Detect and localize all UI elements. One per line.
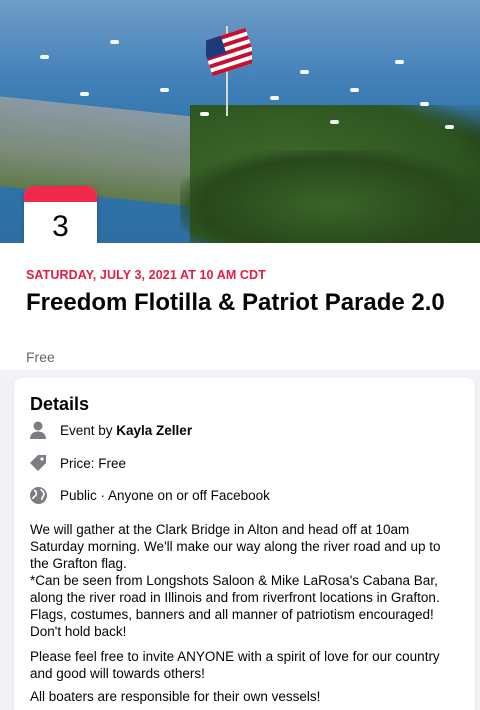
host-text: Event by Kayla Zeller xyxy=(60,423,192,438)
tag-icon xyxy=(28,453,48,473)
host-name-link[interactable]: Kayla Zeller xyxy=(116,423,192,438)
person-icon xyxy=(28,420,48,440)
date-badge-band xyxy=(24,186,97,202)
description-paragraph-1: We will gather at the Clark Bridge in Al… xyxy=(30,522,441,571)
host-row: Event by Kayla Zeller xyxy=(28,420,192,440)
event-title: Freedom Flotilla & Patriot Parade 2.0 xyxy=(26,289,445,316)
description-paragraph-4: All boaters are responsible for their ow… xyxy=(30,689,321,704)
globe-icon xyxy=(28,485,48,505)
details-card: Details Event by Kayla Zeller Price: Fre… xyxy=(14,378,475,710)
price-line: Price: Free xyxy=(60,455,127,471)
details-heading: Details xyxy=(30,394,90,414)
description-paragraph-2: *Can be seen from Longshots Saloon & Mik… xyxy=(30,573,440,639)
host-prefix: Event by xyxy=(60,422,117,438)
privacy-text: Public · Anyone on or off Facebook xyxy=(60,487,270,503)
price-row: Price: Free xyxy=(28,453,126,473)
description-paragraph-3: Please feel free to invite ANYONE with a… xyxy=(30,649,440,681)
american-flag-icon xyxy=(206,27,252,77)
event-price: Free xyxy=(26,349,55,365)
cover-trees-foreground xyxy=(180,150,480,243)
privacy-row: Public · Anyone on or off Facebook xyxy=(28,485,270,505)
event-date-time: SATURDAY, JULY 3, 2021 AT 10 AM CDT xyxy=(26,268,266,282)
